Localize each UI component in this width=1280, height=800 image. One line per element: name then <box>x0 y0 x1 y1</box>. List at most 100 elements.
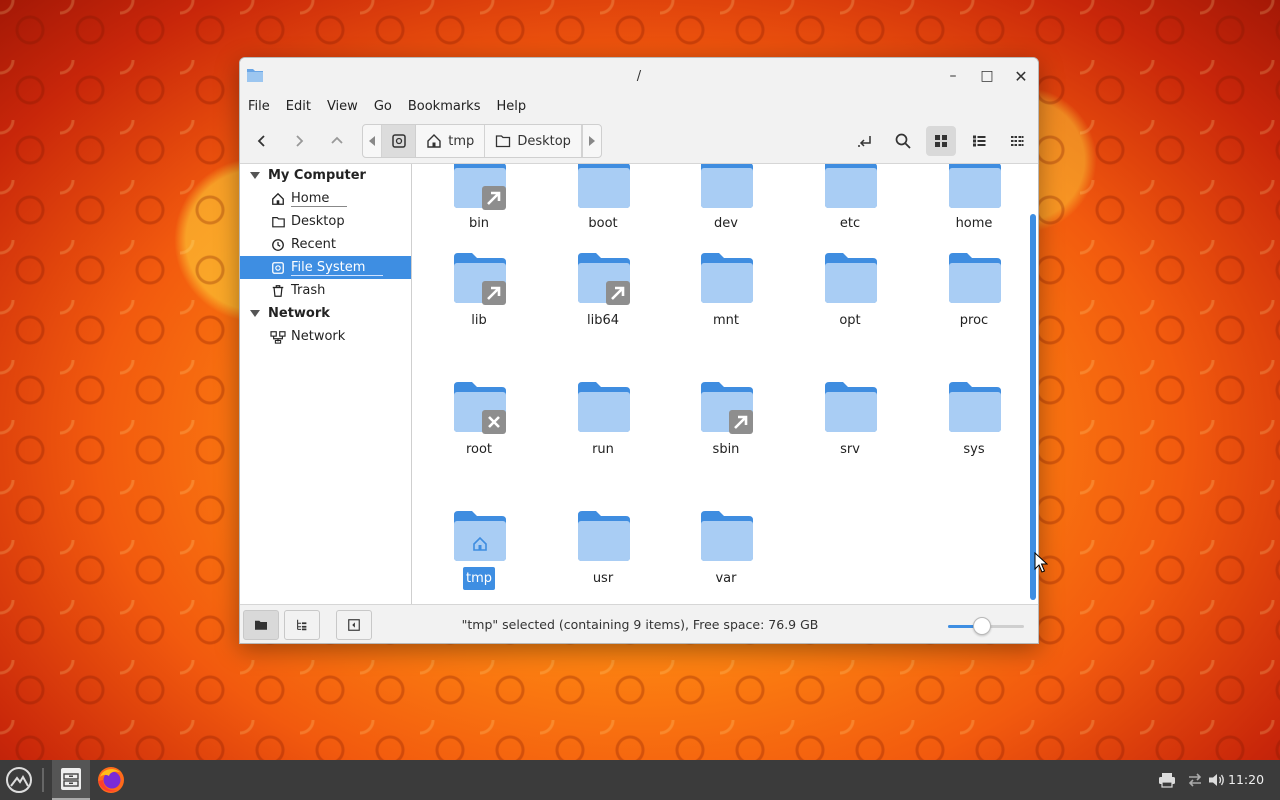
path-segment-label: Desktop <box>517 133 571 149</box>
compact-list-icon <box>1011 136 1024 146</box>
file-item-var[interactable]: var <box>681 511 771 604</box>
file-item-tmp[interactable]: tmp <box>434 511 524 604</box>
sidebar-section-title: Network <box>268 306 330 321</box>
status-text: "tmp" selected (containing 9 items), Fre… <box>461 617 819 632</box>
sidebar-section-my-computer[interactable]: My Computer <box>240 164 411 187</box>
list-view-button[interactable] <box>964 126 994 156</box>
file-item-bin[interactable]: bin <box>434 164 524 231</box>
back-button[interactable] <box>247 126 277 156</box>
sidebar-item-home[interactable]: Home <box>240 187 411 210</box>
tray-volume[interactable] <box>1206 760 1228 800</box>
file-item-usr[interactable]: usr <box>558 511 648 604</box>
path-segment-desktop[interactable]: Desktop <box>485 125 582 157</box>
folder-icon <box>578 253 630 305</box>
folder-icon <box>247 69 263 82</box>
forward-button[interactable] <box>284 126 314 156</box>
path-segment-tmp[interactable]: tmp <box>416 125 486 157</box>
file-manager-window: / – □ ✕ File Edit View Go Bookmarks Help <box>239 57 1039 644</box>
symlink-badge-icon <box>729 410 753 434</box>
menu-view[interactable]: View <box>327 99 366 114</box>
drive-icon <box>391 134 406 148</box>
folder-icon <box>496 135 511 148</box>
maximize-button[interactable]: □ <box>976 65 998 87</box>
taskbar-file-manager[interactable] <box>52 760 90 800</box>
menu-edit[interactable]: Edit <box>286 99 319 114</box>
expand-arrow-icon <box>250 310 260 317</box>
file-item-sys[interactable]: sys <box>929 382 1019 482</box>
zoom-slider[interactable] <box>948 617 1024 635</box>
chevron-right-icon <box>296 135 304 147</box>
menu-bookmarks[interactable]: Bookmarks <box>408 99 489 114</box>
path-scroll-left[interactable] <box>363 125 383 157</box>
no-access-badge-icon <box>482 410 506 434</box>
menu-go[interactable]: Go <box>374 99 400 114</box>
printer-icon <box>1159 773 1175 788</box>
clock[interactable]: 11:20 <box>1228 772 1264 787</box>
file-item-lib64[interactable]: lib64 <box>558 253 648 353</box>
sidebar-section-network[interactable]: Network <box>240 302 411 325</box>
sidebar-item-recent[interactable]: Recent <box>240 233 411 256</box>
path-scroll-right[interactable] <box>581 125 601 157</box>
file-item-lib[interactable]: lib <box>434 253 524 353</box>
tray-network[interactable] <box>1184 760 1206 800</box>
file-item-boot[interactable]: boot <box>558 164 648 231</box>
menu-help[interactable]: Help <box>496 99 534 114</box>
file-item-label: dev <box>714 216 738 231</box>
sidebar-item-trash[interactable]: Trash <box>240 279 411 302</box>
folder-icon <box>578 382 630 432</box>
symlink-badge-icon <box>482 281 506 305</box>
path-root-button[interactable] <box>382 125 417 157</box>
zoom-slider-knob[interactable] <box>973 617 992 635</box>
search-button[interactable] <box>888 126 918 156</box>
file-item-label: bin <box>468 216 490 231</box>
open-terminal-button[interactable] <box>850 126 880 156</box>
chevron-up-icon <box>331 136 343 144</box>
file-item-etc[interactable]: etc <box>805 164 895 231</box>
show-places-button[interactable] <box>243 610 279 640</box>
menu-file[interactable]: File <box>248 99 278 114</box>
folder-icon <box>454 511 506 561</box>
folder-icon <box>825 253 877 303</box>
list-icon <box>973 135 986 147</box>
sidebar: My Computer Home Desktop Recent File Sys… <box>240 164 412 604</box>
folder-icon <box>578 164 630 208</box>
file-item-label: var <box>715 571 737 586</box>
tray-printer[interactable] <box>1156 760 1178 800</box>
folder-icon <box>454 164 506 210</box>
file-item-opt[interactable]: opt <box>805 253 895 353</box>
minimize-button[interactable]: – <box>942 65 964 87</box>
sidebar-item-label: File System <box>291 260 384 276</box>
title-bar[interactable]: / – □ ✕ <box>240 58 1038 94</box>
file-item-home[interactable]: home <box>929 164 1019 231</box>
hide-sidebar-button[interactable] <box>336 610 372 640</box>
sidebar-item-network[interactable]: Network <box>240 325 411 348</box>
close-button[interactable]: ✕ <box>1010 65 1032 87</box>
sidebar-item-desktop[interactable]: Desktop <box>240 210 411 233</box>
sidebar-item-label: Recent <box>291 237 336 252</box>
file-item-root[interactable]: root <box>434 382 524 482</box>
file-item-mnt[interactable]: mnt <box>681 253 771 353</box>
file-item-label: opt <box>839 313 861 328</box>
scrollbar-thumb[interactable] <box>1030 214 1036 600</box>
folder-icon <box>454 382 506 434</box>
file-item-run[interactable]: run <box>558 382 648 482</box>
taskbar-separator <box>42 768 44 792</box>
icon-view-button[interactable] <box>926 126 956 156</box>
file-item-label: mnt <box>713 313 739 328</box>
start-menu-button[interactable] <box>2 760 36 800</box>
file-item-dev[interactable]: dev <box>681 164 771 231</box>
path-segment-label: tmp <box>448 133 475 149</box>
file-item-srv[interactable]: srv <box>805 382 895 482</box>
file-item-proc[interactable]: proc <box>929 253 1019 353</box>
file-view[interactable]: bin boot dev etc home lib lib64 mnt opt proc root r… <box>413 164 1038 604</box>
up-button[interactable] <box>322 126 352 156</box>
folder-icon <box>825 164 877 208</box>
taskbar-firefox[interactable] <box>92 760 130 800</box>
file-manager-icon <box>61 768 81 790</box>
show-treeview-button[interactable] <box>284 610 320 640</box>
triangle-right-icon <box>588 136 595 146</box>
mouse-cursor-icon <box>1034 552 1048 573</box>
sidebar-item-file-system[interactable]: File System <box>240 256 411 279</box>
compact-view-button[interactable] <box>1002 126 1032 156</box>
file-item-sbin[interactable]: sbin <box>681 382 771 482</box>
